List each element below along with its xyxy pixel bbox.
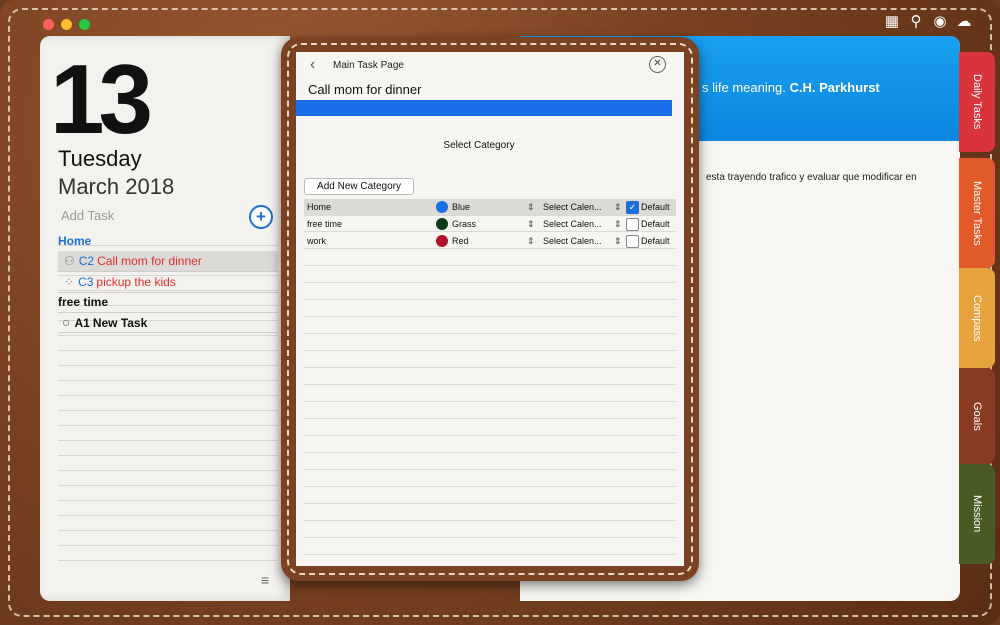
- quote-text: s life meaning.: [702, 80, 786, 95]
- back-chevron-icon[interactable]: ‹: [310, 56, 315, 74]
- note-text: esta trayendo trafico y evaluar que modi…: [706, 172, 917, 183]
- search-icon[interactable]: ⚲: [908, 12, 924, 30]
- tab-mission[interactable]: Mission: [959, 464, 995, 564]
- color-stepper-icon[interactable]: ⇕: [527, 216, 535, 233]
- color-name: Blue: [452, 202, 471, 212]
- add-new-category-button[interactable]: Add New Category: [304, 178, 414, 195]
- default-checkbox[interactable]: [626, 235, 639, 248]
- main-task-modal: ‹ Main Task Page ✕ Call mom for dinner S…: [296, 52, 684, 566]
- default-checkbox[interactable]: [626, 218, 639, 231]
- color-stepper-icon[interactable]: ⇕: [527, 199, 535, 216]
- calendar-select[interactable]: Select Calen...: [543, 216, 602, 233]
- modal-title: Main Task Page: [333, 60, 404, 71]
- color-swatch[interactable]: [436, 235, 448, 247]
- tab-label: Compass: [971, 294, 983, 342]
- quote: s life meaning. C.H. Parkhurst: [702, 80, 880, 95]
- weekday: Tuesday: [58, 146, 142, 171]
- select-category-label: Select Category: [443, 140, 515, 151]
- color-swatch[interactable]: [436, 218, 448, 230]
- task-row[interactable]: ⚇ C2 Call mom for dinner: [58, 251, 278, 272]
- tab-daily-tasks[interactable]: Daily Tasks: [959, 52, 995, 152]
- tab-label: Daily Tasks: [971, 74, 983, 130]
- task-code: C3: [78, 275, 94, 289]
- calendar-stepper-icon[interactable]: ⇕: [614, 233, 622, 250]
- task-label: New Task: [92, 316, 148, 330]
- tab-label: Mission: [971, 495, 983, 533]
- color-name: Red: [452, 236, 469, 246]
- eye-icon[interactable]: ◉: [932, 12, 948, 30]
- category-name: Home: [307, 202, 332, 212]
- group-header-free-time[interactable]: free time: [58, 292, 278, 313]
- add-task-input[interactable]: Add Task: [61, 208, 114, 223]
- window-controls: [43, 19, 90, 30]
- default-label: Default: [641, 236, 670, 246]
- color-name: Grass: [452, 219, 477, 229]
- modal-ruled-lines: [304, 198, 676, 556]
- category-name: free time: [307, 219, 343, 229]
- category-row[interactable]: free time Grass ⇕ Select Calen... ⇕ Defa…: [304, 216, 676, 233]
- tab-label: Master Tasks: [971, 180, 983, 246]
- calendar-stepper-icon[interactable]: ⇕: [614, 199, 622, 216]
- category-row[interactable]: Home Blue ⇕ Select Calen... ⇕ ✓ Default: [304, 199, 676, 216]
- category-name: work: [307, 236, 327, 246]
- task-label: Call mom for dinner: [97, 254, 202, 268]
- toolbar-icons: ▦ ⚲ ◉ ☁: [884, 12, 972, 30]
- month-year: March 2018: [58, 174, 175, 199]
- task-label: pickup the kids: [96, 275, 176, 289]
- task-row[interactable]: ⁘ C3 pickup the kids: [58, 272, 278, 293]
- minimize-window-button[interactable]: [61, 19, 72, 30]
- calendar-select[interactable]: Select Calen...: [543, 233, 602, 250]
- task-code: A1: [74, 316, 90, 330]
- default-label: Default: [641, 219, 670, 229]
- close-window-button[interactable]: [43, 19, 54, 30]
- modal-header: ‹ Main Task Page ✕: [296, 52, 684, 80]
- calendar-check-icon[interactable]: ▦: [884, 12, 900, 30]
- tab-label: Goals: [971, 401, 983, 431]
- menu-icon[interactable]: ≡: [261, 572, 269, 588]
- tab-master-tasks[interactable]: Master Tasks: [959, 158, 995, 268]
- cloud-icon[interactable]: ☁: [956, 12, 972, 30]
- dotted-circle-icon: ⁘: [64, 275, 75, 289]
- task-row[interactable]: ○ A1 New Task: [58, 312, 278, 333]
- zoom-window-button[interactable]: [79, 19, 90, 30]
- category-row[interactable]: work Red ⇕ Select Calen... ⇕ Default: [304, 233, 676, 250]
- circle-icon[interactable]: ○: [62, 314, 70, 330]
- task-progress-bar: [296, 100, 672, 116]
- left-page: 13 Tuesday March 2018 Add Task + Home ⚇ C…: [40, 36, 290, 601]
- default-label: Default: [641, 202, 670, 212]
- close-icon[interactable]: ✕: [649, 56, 666, 73]
- add-task-button[interactable]: +: [249, 205, 273, 229]
- group-header-home[interactable]: Home: [58, 231, 278, 252]
- calendar-stepper-icon[interactable]: ⇕: [614, 216, 622, 233]
- quote-author: C.H. Parkhurst: [789, 80, 880, 95]
- color-swatch[interactable]: [436, 201, 448, 213]
- task-name: Call mom for dinner: [308, 82, 422, 97]
- task-code: C2: [78, 254, 95, 268]
- tab-compass[interactable]: Compass: [959, 268, 995, 368]
- day-number: 13: [50, 44, 153, 154]
- tab-goals[interactable]: Goals: [959, 368, 995, 464]
- person-icon: ⚇: [64, 254, 75, 268]
- calendar-select[interactable]: Select Calen...: [543, 199, 602, 216]
- default-checkbox[interactable]: ✓: [626, 201, 639, 214]
- color-stepper-icon[interactable]: ⇕: [527, 233, 535, 250]
